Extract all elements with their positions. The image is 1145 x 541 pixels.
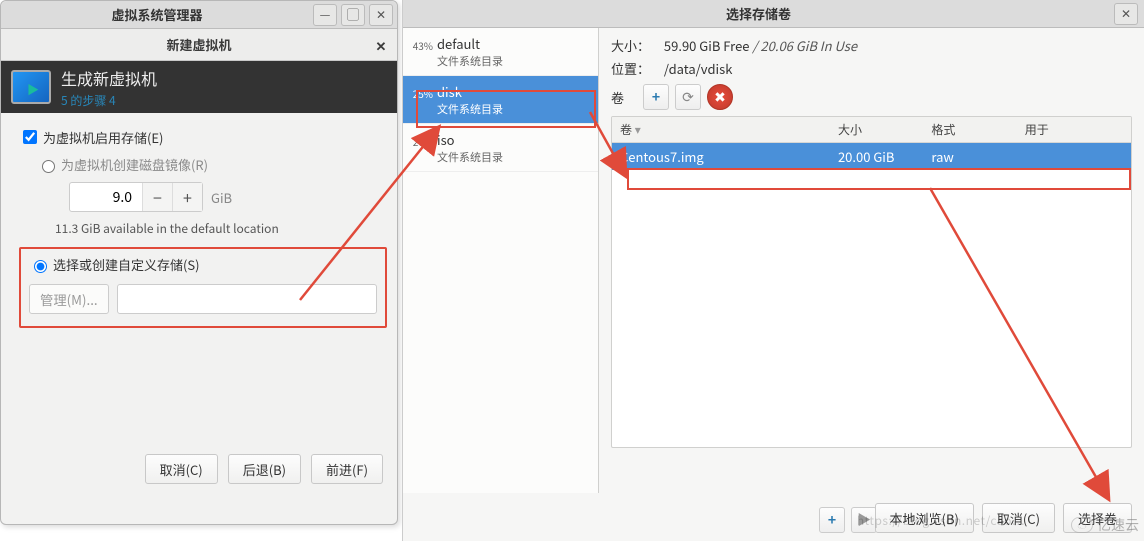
col-format[interactable]: 格式 [923,117,1016,143]
pool-type: 文件系统目录 [437,53,503,69]
disk-size-input[interactable] [70,187,142,207]
size-used: 20.06 GiB In Use [760,36,857,55]
minimize-icon: — [320,6,331,23]
refresh-icon: ⟳ [682,87,694,107]
pool-detail: 大小： 59.90 GiB Free / 20.06 GiB In Use 位置… [599,28,1144,493]
disk-size-row: − + GiB [55,182,379,212]
pool-item-iso[interactable]: 27% iso 文件系统目录 [403,124,598,172]
minus-icon: − [153,185,162,209]
pool-item-default[interactable]: 43% default 文件系统目录 [403,28,598,76]
close-icon: ✕ [376,36,387,55]
disk-size-unit: GiB [211,188,232,207]
close-button[interactable]: ✕ [369,4,393,26]
plus-icon: + [652,87,660,107]
dialog-close-button[interactable]: ✕ [371,35,391,55]
plus-icon: + [828,510,836,530]
add-pool-button[interactable]: + [819,507,845,533]
storage-form: 为虚拟机启用存储(E) 为虚拟机创建磁盘镜像(R) − + GiB 11.3 G… [1,113,397,342]
size-label: 大小： [611,36,661,55]
plus-icon: + [183,185,192,209]
pool-usage-percent: 43% [407,34,433,53]
pool-type: 文件系统目录 [437,149,503,165]
custom-storage-row: 选择或创建自定义存储(S) [29,255,377,274]
blog-watermark: https://blog.csdn.net/cao… [857,512,1025,529]
disk-size-spinner: − + [69,182,203,212]
pool-name: disk [437,82,503,101]
refresh-volumes-button[interactable]: ⟳ [675,84,701,110]
volume-toolbar: 卷 + ⟳ ✖ [611,84,1132,110]
storage-close-button[interactable]: ✕ [1114,3,1138,25]
manage-button[interactable]: 管理(M)... [29,284,109,314]
wizard-button-bar: 取消(C) 后退(B) 前进(F) [145,454,383,484]
pool-list: 43% default 文件系统目录 25% disk 文件系统目录 27% i… [403,28,599,493]
available-space-hint: 11.3 GiB available in the default locati… [55,220,379,237]
maximize-icon: ▢ [347,6,359,23]
location-meta: 位置： /data/vdisk [611,59,1132,78]
vm-titlebar: 虚拟系统管理器 — ▢ ✕ [1,1,397,29]
delete-volume-button[interactable]: ✖ [707,84,733,110]
location-value: /data/vdisk [664,59,732,78]
custom-storage-radio[interactable] [34,260,47,273]
enable-storage-row: 为虚拟机启用存储(E) [19,127,379,147]
back-button[interactable]: 后退(B) [228,454,301,484]
storage-body: 43% default 文件系统目录 25% disk 文件系统目录 27% i… [403,28,1144,493]
pool-name: iso [437,130,503,149]
dialog-header: 新建虚拟机 ✕ [1,29,397,61]
brand-watermark: ☁ 亿速云 [1071,515,1139,535]
virt-manager-window: 虚拟系统管理器 — ▢ ✕ 新建虚拟机 ✕ 生成新虚拟机 5 的步骤 4 为虚拟… [0,0,398,525]
wizard-banner: 生成新虚拟机 5 的步骤 4 [1,61,397,113]
forward-button[interactable]: 前进(F) [311,454,383,484]
pool-name: default [437,34,503,53]
storage-chooser-window: 选择存储卷 ✕ 43% default 文件系统目录 25% disk 文件系统… [402,0,1144,541]
custom-storage-path-input[interactable] [117,284,377,314]
vm-window-title: 虚拟系统管理器 [1,5,313,24]
col-size[interactable]: 大小 [830,117,923,143]
size-sep: / [750,36,761,55]
size-meta: 大小： 59.90 GiB Free / 20.06 GiB In Use [611,36,1132,55]
volume-size: 20.00 GiB [830,143,923,171]
volume-format: raw [923,143,1016,171]
cancel-button[interactable]: 取消(C) [145,454,218,484]
create-disk-row: 为虚拟机创建磁盘镜像(R) [37,155,379,174]
cloud-icon: ☁ [1071,517,1093,533]
create-disk-radio[interactable] [42,160,55,173]
pool-type: 文件系统目录 [437,101,503,117]
volume-name: Centous7.img [612,143,830,171]
volume-used-for [1017,143,1131,171]
banner-text: 生成新虚拟机 5 的步骤 4 [61,66,157,109]
enable-storage-checkbox[interactable] [23,130,37,144]
volume-row[interactable]: Centous7.img 20.00 GiB raw [612,143,1131,171]
add-volume-button[interactable]: + [643,84,669,110]
close-icon: ✕ [1121,5,1131,22]
minimize-button[interactable]: — [313,4,337,26]
brand-text: 亿速云 [1097,515,1139,535]
monitor-icon [11,70,51,104]
dialog-title: 新建虚拟机 [166,35,231,54]
banner-title: 生成新虚拟机 [61,66,157,90]
storage-titlebar: 选择存储卷 ✕ [403,0,1144,28]
custom-storage-group: 选择或创建自定义存储(S) 管理(M)... [19,247,387,328]
col-volume[interactable]: 卷 [612,117,830,143]
size-free: 59.90 GiB Free [664,36,750,55]
location-label: 位置： [611,59,661,78]
volume-table-wrap: 卷 大小 格式 用于 Centous7.img 20.00 GiB raw [611,116,1132,448]
banner-step: 5 的步骤 4 [61,92,157,109]
enable-storage-label: 为虚拟机启用存储(E) [43,128,163,147]
custom-storage-label: 选择或创建自定义存储(S) [53,255,200,274]
manage-row: 管理(M)... [29,284,377,314]
create-disk-label: 为虚拟机创建磁盘镜像(R) [61,155,208,174]
delete-icon: ✖ [714,87,726,107]
pool-usage-percent: 27% [407,130,433,149]
vol-label: 卷 [611,88,637,107]
close-icon: ✕ [376,6,386,23]
spinner-minus-button[interactable]: − [142,183,172,211]
pool-item-disk[interactable]: 25% disk 文件系统目录 [403,76,598,124]
storage-window-title: 选择存储卷 [403,4,1114,23]
spinner-plus-button[interactable]: + [172,183,202,211]
col-used-for[interactable]: 用于 [1017,117,1131,143]
volume-table: 卷 大小 格式 用于 Centous7.img 20.00 GiB raw [612,117,1131,170]
pool-usage-percent: 25% [407,82,433,101]
maximize-button[interactable]: ▢ [341,4,365,26]
